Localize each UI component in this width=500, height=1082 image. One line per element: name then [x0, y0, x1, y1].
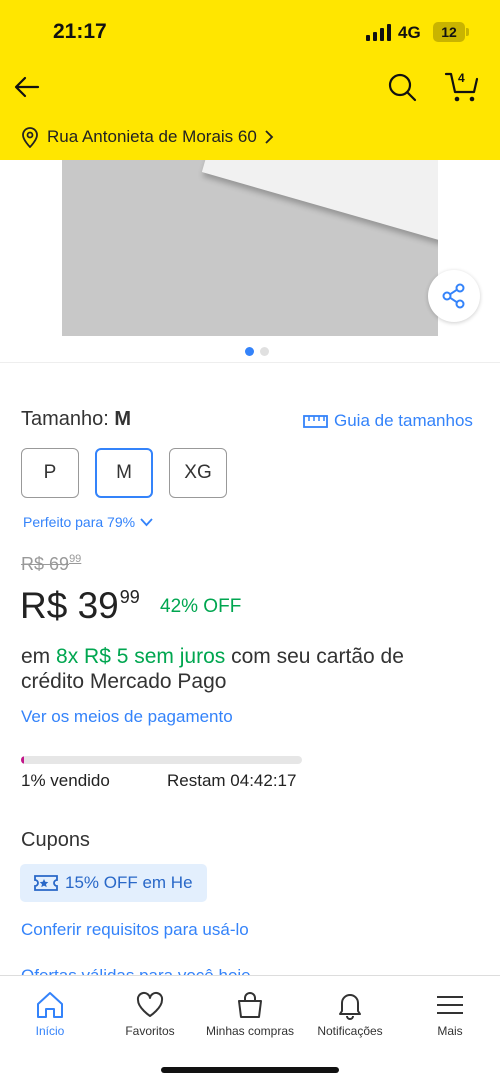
pagination-dot-active	[245, 347, 254, 356]
size-option-p[interactable]: P	[21, 448, 79, 498]
header: 21:17 4G 12 4 Rua Antonieta de Morais 60	[0, 0, 500, 160]
size-option-m[interactable]: M	[95, 448, 153, 498]
tab-favoritos[interactable]: Favoritos	[100, 990, 200, 1038]
chevron-right-icon	[265, 130, 274, 144]
size-selected: M	[114, 408, 132, 430]
tab-minhas-compras[interactable]: Minhas compras	[200, 990, 300, 1038]
coupon-chip[interactable]: 15% OFF em He	[20, 864, 207, 902]
ruler-icon	[303, 415, 328, 428]
size-guide-label: Guia de tamanhos	[334, 411, 473, 430]
tab-mais[interactable]: Mais	[400, 990, 500, 1038]
battery-level: 12	[441, 24, 457, 40]
size-title: Tamanho: M	[21, 408, 131, 431]
home-icon	[37, 992, 63, 1018]
sold-label: 1% vendido	[21, 771, 110, 790]
original-price-cents: 99	[69, 553, 82, 565]
arrow-left-icon[interactable]	[12, 72, 42, 102]
status-time: 21:17	[53, 20, 107, 43]
divider	[0, 362, 500, 363]
product-image-content	[201, 160, 438, 244]
network-type: 4G	[398, 23, 421, 42]
coupons-title: Cupons	[21, 829, 90, 851]
search-icon[interactable]	[386, 71, 418, 103]
gallery-pagination	[245, 347, 269, 356]
tab-label: Início	[35, 1024, 65, 1038]
fit-dropdown[interactable]: Perfeito para 79%	[23, 514, 153, 530]
size-option-xg[interactable]: XG	[169, 448, 227, 498]
menu-icon	[437, 996, 463, 1014]
current-price: R$ 3999	[20, 585, 140, 627]
sold-progress-bar	[21, 756, 302, 764]
price-int: 39	[77, 585, 119, 626]
tab-label: Favoritos	[125, 1024, 175, 1038]
tab-label: Minhas compras	[205, 1024, 295, 1038]
payment-methods-link[interactable]: Ver os meios de pagamento	[21, 707, 233, 727]
heart-icon	[136, 991, 164, 1017]
home-indicator	[161, 1067, 339, 1073]
share-button[interactable]	[428, 270, 480, 322]
tab-label: Notificações	[317, 1024, 383, 1038]
shopping-bag-icon	[238, 992, 262, 1018]
sold-progress-fill	[21, 756, 24, 764]
coupon-label: 15% OFF em He	[65, 873, 193, 892]
product-image[interactable]	[62, 160, 438, 336]
installments-highlight: 8x R$ 5 sem juros	[56, 645, 226, 668]
pagination-dot	[260, 347, 269, 356]
time-remaining-label: Restam 04:42:17	[167, 771, 297, 790]
tab-label: Mais	[437, 1024, 463, 1038]
address-bar[interactable]: Rua Antonieta de Morais 60	[20, 124, 275, 150]
coupon-ticket-icon	[34, 875, 58, 891]
fit-label: Perfeito para 79%	[23, 514, 136, 530]
location-pin-icon	[22, 127, 38, 148]
installments-prefix: em	[21, 645, 51, 668]
original-price-currency: R$	[21, 554, 45, 574]
product-gallery[interactable]	[0, 160, 500, 336]
original-price-int: 69	[49, 554, 70, 574]
discount-label: 42% OFF	[160, 596, 242, 617]
size-guide-link[interactable]: Guia de tamanhos	[303, 411, 473, 431]
share-icon	[442, 283, 465, 309]
signal-icon	[366, 24, 392, 41]
tab-notificacoes[interactable]: Notificações	[300, 990, 400, 1038]
price-currency: R$	[20, 585, 68, 626]
truncated-link[interactable]: Ofertas válidas para você hoje	[21, 966, 321, 975]
size-label: Tamanho:	[21, 408, 109, 430]
cart-count-badge: 4	[458, 71, 465, 85]
battery-icon: 12	[433, 22, 469, 42]
bottom-tab-bar: Início Favoritos Minhas compras Notifica…	[0, 975, 500, 1082]
address-text: Rua Antonieta de Morais 60	[47, 127, 257, 146]
bell-icon	[339, 994, 361, 1020]
chevron-down-icon	[140, 517, 153, 526]
price-cents: 99	[119, 587, 140, 607]
original-price: R$ 6999	[21, 553, 82, 575]
installments-info: em 8x R$ 5 sem juros com seu cartão de c…	[21, 644, 461, 694]
coupon-requirements-link[interactable]: Conferir requisitos para usá-lo	[21, 920, 249, 940]
tab-inicio[interactable]: Início	[0, 990, 100, 1038]
